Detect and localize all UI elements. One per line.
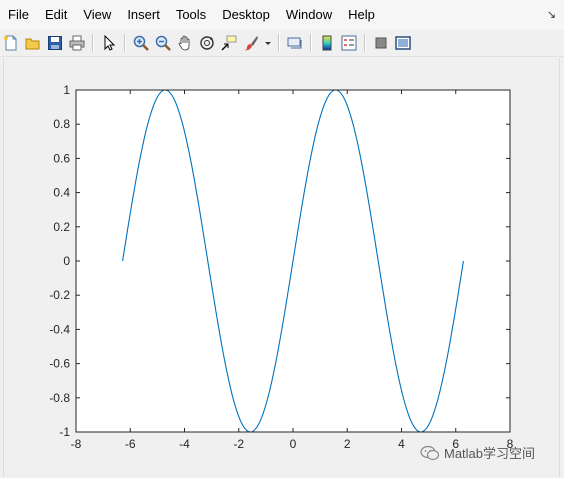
figure-canvas: -8 -6 -4 -2 0 2 4 6 8 -1 -0.8 -0.6 -0.4 -0.2 0 0.2 0.4 0.…: [3, 58, 560, 476]
print-icon[interactable]: [68, 34, 86, 52]
hide-plot-tools-icon[interactable]: [372, 34, 390, 52]
menu-help[interactable]: Help: [340, 0, 383, 30]
y-tick-label: -0.4: [49, 322, 70, 336]
pan-icon[interactable]: [176, 34, 194, 52]
y-tick-label: 0.2: [53, 220, 70, 234]
x-tick-label: 2: [344, 437, 351, 451]
legend-icon[interactable]: [340, 34, 358, 52]
axes-plot[interactable]: -8 -6 -4 -2 0 2 4 6 8-1-0.8-0.6-0.4-0.200.20.40.…: [4, 58, 559, 476]
pointer-icon[interactable]: [100, 34, 118, 52]
zoom-in-icon[interactable]: [132, 34, 150, 52]
menu-window[interactable]: Window: [278, 0, 340, 30]
x-tick-label: -8: [71, 437, 82, 451]
y-tick-label: 0.6: [53, 151, 70, 165]
menu-edit[interactable]: Edit: [37, 0, 75, 30]
toolbar-separator: [124, 34, 126, 52]
y-tick-label: 0.8: [53, 117, 70, 131]
y-tick-label: -0.6: [49, 357, 70, 371]
y-tick-label: 1: [63, 83, 70, 97]
toolbar-separator: [364, 34, 366, 52]
toolbar-separator: [278, 34, 280, 52]
x-tick-label: -6: [125, 437, 136, 451]
dropdown-arrow-icon[interactable]: [264, 34, 272, 52]
zoom-out-icon[interactable]: [154, 34, 172, 52]
dock-arrow-icon[interactable]: ↘: [547, 8, 556, 21]
figure-window: File Edit View Insert Tools Desktop Wind…: [0, 0, 564, 478]
x-tick-label: 0: [290, 437, 297, 451]
y-tick-label: -0.2: [49, 288, 70, 302]
menu-view[interactable]: View: [75, 0, 119, 30]
new-figure-icon[interactable]: [2, 34, 20, 52]
brush-icon[interactable]: [242, 34, 260, 52]
open-file-icon[interactable]: [24, 34, 42, 52]
y-tick-label: -1: [59, 425, 70, 439]
x-tick-label: -4: [179, 437, 190, 451]
link-plot-icon[interactable]: [286, 34, 304, 52]
menu-desktop[interactable]: Desktop: [214, 0, 278, 30]
y-tick-label: 0: [63, 254, 70, 268]
menu-file[interactable]: File: [0, 0, 37, 30]
rotate-3d-icon[interactable]: [198, 34, 216, 52]
toolbar-separator: [92, 34, 94, 52]
show-plot-tools-icon[interactable]: [394, 34, 412, 52]
menu-bar: File Edit View Insert Tools Desktop Wind…: [0, 0, 564, 30]
toolbar-separator: [310, 34, 312, 52]
menu-insert[interactable]: Insert: [119, 0, 168, 30]
menu-tools[interactable]: Tools: [168, 0, 214, 30]
colorbar-icon[interactable]: [318, 34, 336, 52]
x-tick-label: 4: [398, 437, 405, 451]
data-cursor-icon[interactable]: [220, 34, 238, 52]
watermark: Matlab学习空间: [420, 443, 535, 462]
watermark-text: Matlab学习空间: [444, 446, 536, 461]
y-tick-label: 0.4: [53, 186, 70, 200]
save-icon[interactable]: [46, 34, 64, 52]
wechat-icon: [420, 445, 440, 460]
y-tick-label: -0.8: [49, 391, 70, 405]
figure-toolbar: [0, 30, 564, 57]
x-tick-label: -2: [233, 437, 244, 451]
